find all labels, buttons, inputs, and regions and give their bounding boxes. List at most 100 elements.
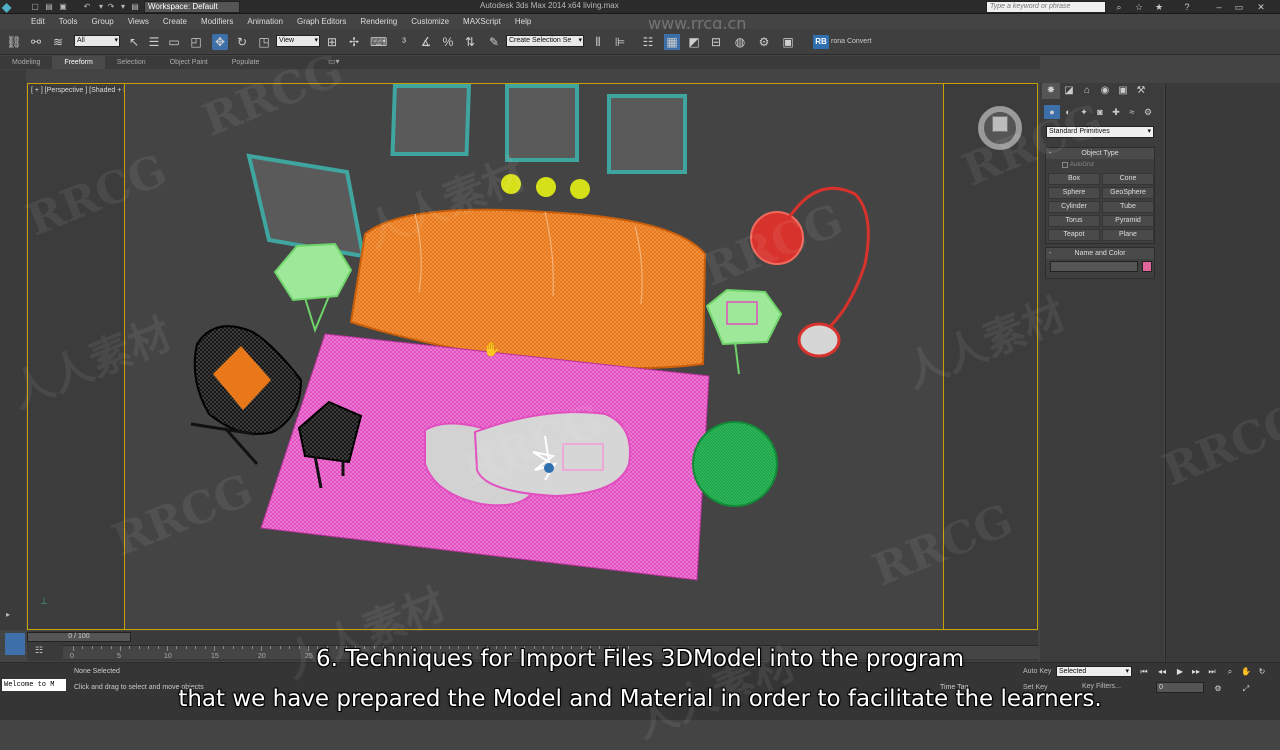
- shapes-icon[interactable]: ◐: [1060, 105, 1076, 119]
- snaps-toggle-icon[interactable]: ³: [396, 34, 412, 50]
- favorites-icon[interactable]: ★: [1150, 1, 1168, 13]
- expand-arrow-icon[interactable]: ▸: [6, 610, 18, 622]
- menu-create[interactable]: Create: [156, 15, 194, 28]
- picture-frame[interactable]: [505, 84, 579, 162]
- unlink-icon[interactable]: ⚯: [28, 34, 44, 50]
- autogrid-checkbox[interactable]: AutoGrid: [1046, 159, 1154, 171]
- modify-tab-icon[interactable]: ◪: [1060, 83, 1078, 99]
- ribbon-tab-freeform[interactable]: Freeform: [52, 56, 105, 69]
- workspace-dropdown[interactable]: Workspace: Default: [144, 1, 240, 13]
- spinner-snap-icon[interactable]: ⇅: [462, 34, 478, 50]
- menu-graph-editors[interactable]: Graph Editors: [290, 15, 353, 28]
- ribbon-tab-selection[interactable]: Selection: [105, 56, 158, 69]
- layer-manager-icon[interactable]: ☷: [640, 34, 656, 50]
- corona-convert-label[interactable]: rona Convert: [831, 38, 871, 45]
- cylinder-button[interactable]: Cylinder: [1048, 201, 1100, 213]
- rb-button[interactable]: RB: [813, 35, 829, 49]
- app-logo-icon[interactable]: ◆: [2, 0, 22, 14]
- pouf[interactable]: [692, 421, 778, 507]
- select-and-rotate-icon[interactable]: ↻: [234, 34, 250, 50]
- keyboard-shortcut-icon[interactable]: ⌨: [370, 34, 387, 50]
- undo-dropdown-icon[interactable]: ▾: [96, 2, 106, 12]
- project-folder-icon[interactable]: ▤: [130, 2, 140, 12]
- menu-maxscript[interactable]: MAXScript: [456, 15, 508, 28]
- ribbon-tab-populate[interactable]: Populate: [220, 56, 272, 69]
- menu-customize[interactable]: Customize: [404, 15, 456, 28]
- perspective-viewport[interactable]: [ + ] [Perspective ] [Shaded + Edged Fac…: [27, 83, 1038, 630]
- angle-snap-icon[interactable]: ∡: [418, 34, 434, 50]
- align-icon[interactable]: ⊫: [612, 34, 628, 50]
- pyramid-button[interactable]: Pyramid: [1102, 215, 1154, 227]
- box-button[interactable]: Box: [1048, 173, 1100, 185]
- schematic-view-icon[interactable]: ⊟: [708, 34, 724, 50]
- rectangular-selection-icon[interactable]: ▭: [166, 34, 182, 50]
- help-icon[interactable]: ?: [1178, 1, 1196, 13]
- systems-icon[interactable]: ⚙: [1140, 105, 1156, 119]
- undo-icon[interactable]: ↶: [82, 2, 92, 12]
- decor-ball[interactable]: [570, 179, 590, 199]
- edit-named-selection-icon[interactable]: ✎: [486, 34, 502, 50]
- name-color-header[interactable]: - Name and Color: [1046, 248, 1154, 259]
- select-by-name-icon[interactable]: ☰: [146, 34, 162, 50]
- menu-modifiers[interactable]: Modifiers: [194, 15, 240, 28]
- infocenter-icon[interactable]: ☆: [1130, 1, 1148, 13]
- geosphere-button[interactable]: GeoSphere: [1102, 187, 1154, 199]
- menu-group[interactable]: Group: [84, 15, 120, 28]
- select-and-move-icon[interactable]: ✥: [212, 34, 228, 50]
- open-file-icon[interactable]: ▤: [44, 2, 54, 12]
- cone-button[interactable]: Cone: [1102, 173, 1154, 185]
- menu-edit[interactable]: Edit: [24, 15, 52, 28]
- teapot-button[interactable]: Teapot: [1048, 229, 1100, 241]
- save-file-icon[interactable]: ▣: [58, 2, 68, 12]
- armchair[interactable]: [190, 325, 303, 465]
- search-icon[interactable]: ⌕: [1110, 1, 1128, 13]
- select-and-scale-icon[interactable]: ◳: [256, 34, 272, 50]
- mirror-icon[interactable]: ⫴: [590, 34, 606, 50]
- utilities-tab-icon[interactable]: ⚒: [1132, 83, 1150, 99]
- side-table-left[interactable]: [273, 242, 353, 333]
- menu-views[interactable]: Views: [121, 15, 156, 28]
- picture-frame[interactable]: [607, 94, 687, 174]
- window-crossing-icon[interactable]: ◰: [188, 34, 204, 50]
- search-input[interactable]: Type a keyword or phrase: [986, 1, 1106, 13]
- lights-icon[interactable]: ✦: [1076, 105, 1092, 119]
- render-frame-icon[interactable]: ▣: [780, 34, 796, 50]
- ribbon-tab-modeling[interactable]: Modeling: [0, 56, 52, 69]
- object-color-swatch[interactable]: [1142, 261, 1152, 272]
- named-selection-set-dropdown[interactable]: Create Selection Se ▾: [506, 35, 584, 47]
- object-type-header[interactable]: - Object Type: [1046, 148, 1154, 159]
- selection-filter-dropdown[interactable]: All ▾: [74, 35, 120, 47]
- sphere-button[interactable]: Sphere: [1048, 187, 1100, 199]
- cameras-icon[interactable]: ◙: [1092, 105, 1108, 119]
- primitive-category-dropdown[interactable]: Standard Primitives ▾: [1046, 126, 1154, 138]
- decor-ball[interactable]: [536, 177, 556, 197]
- redo-dropdown-icon[interactable]: ▾: [118, 2, 128, 12]
- viewcube-icon[interactable]: [978, 106, 1022, 150]
- decor-ball[interactable]: [501, 174, 521, 194]
- reference-coordinate-dropdown[interactable]: View ▾: [276, 35, 320, 47]
- bind-spacewarp-icon[interactable]: ≋: [50, 34, 66, 50]
- side-table-right[interactable]: [705, 288, 783, 375]
- object-name-field[interactable]: [1050, 261, 1138, 272]
- menu-help[interactable]: Help: [508, 15, 538, 28]
- percent-snap-icon[interactable]: %: [440, 34, 456, 50]
- select-manipulate-icon[interactable]: ✢: [346, 34, 362, 50]
- new-file-icon[interactable]: ▢: [30, 2, 40, 12]
- minimize-button[interactable]: –: [1210, 1, 1228, 13]
- select-object-icon[interactable]: ↖: [126, 34, 142, 50]
- material-editor-icon[interactable]: ◍: [732, 34, 748, 50]
- torus-button[interactable]: Torus: [1048, 215, 1100, 227]
- geometry-icon[interactable]: ●: [1044, 105, 1060, 119]
- helpers-icon[interactable]: ✚: [1108, 105, 1124, 119]
- menu-rendering[interactable]: Rendering: [353, 15, 404, 28]
- hierarchy-tab-icon[interactable]: ⌂: [1078, 83, 1096, 99]
- plane-button[interactable]: Plane: [1102, 229, 1154, 241]
- tube-button[interactable]: Tube: [1102, 201, 1154, 213]
- display-tab-icon[interactable]: ▣: [1114, 83, 1132, 99]
- pivot-center-icon[interactable]: ⊞: [324, 34, 340, 50]
- motion-tab-icon[interactable]: ◉: [1096, 83, 1114, 99]
- render-setup-icon[interactable]: ⚙: [756, 34, 772, 50]
- maximize-button[interactable]: ▭: [1230, 1, 1248, 13]
- graphite-ribbon-icon[interactable]: ▦: [664, 34, 680, 50]
- picture-frame[interactable]: [390, 84, 471, 156]
